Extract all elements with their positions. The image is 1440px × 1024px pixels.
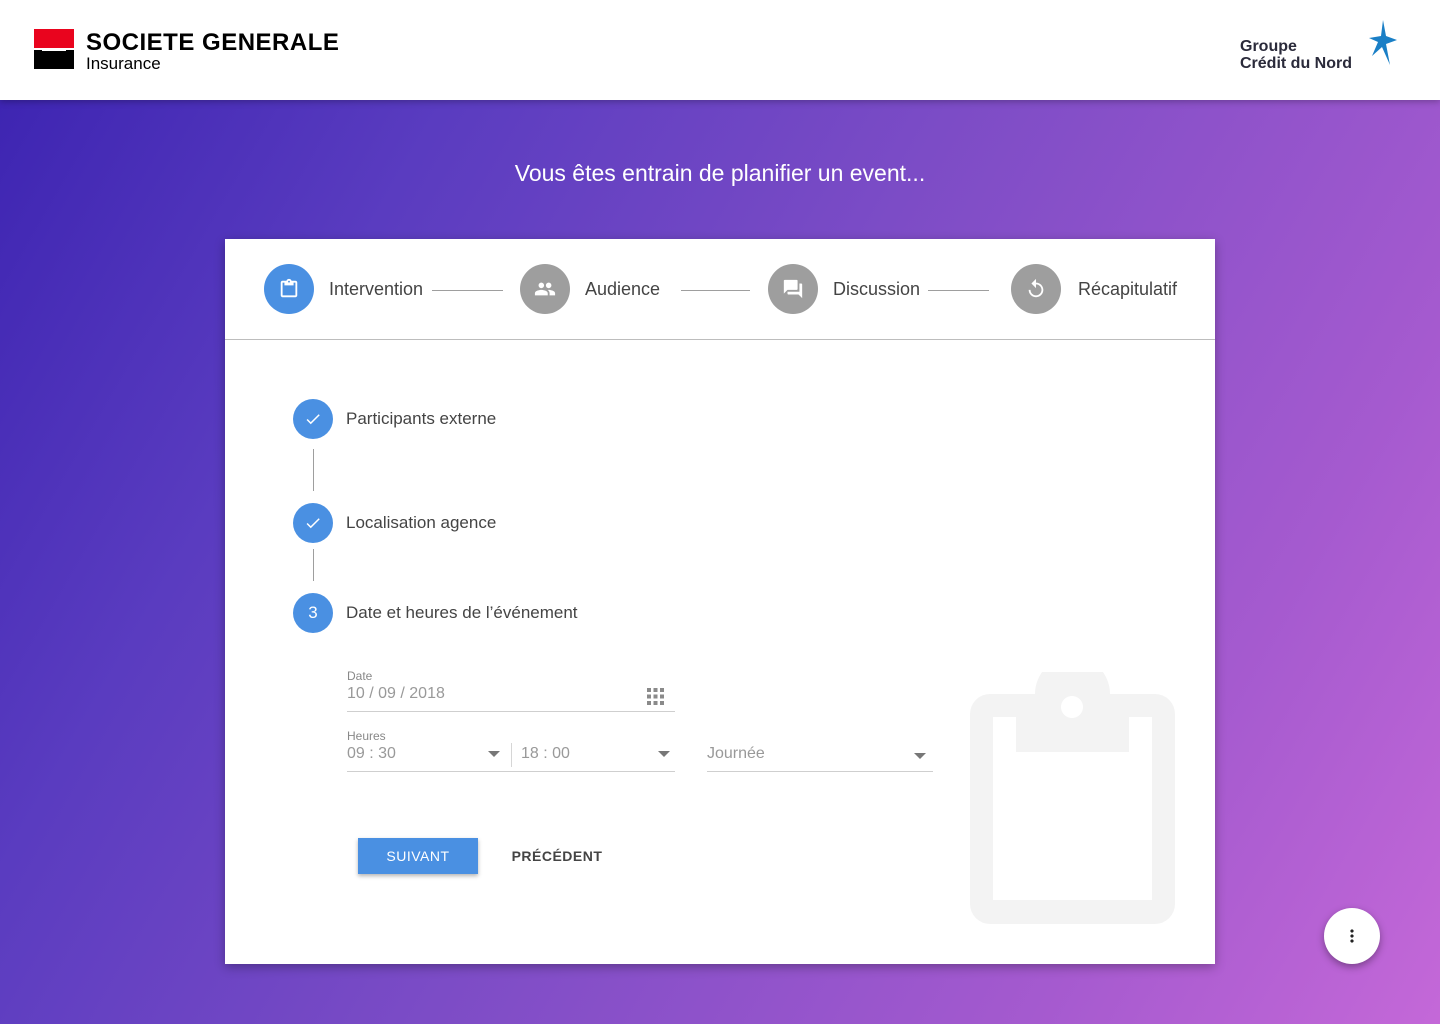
credit-du-nord-logo[interactable]: Groupe Crédit du Nord: [1230, 20, 1400, 80]
more-vert-icon: [1350, 929, 1354, 943]
people-icon: [520, 264, 570, 314]
date-label: Date: [347, 669, 373, 683]
check-icon: [293, 503, 333, 543]
wizard-card: Intervention Audience Discussion Récapit…: [225, 239, 1215, 964]
restore-icon: [1011, 264, 1061, 314]
substep-label: Participants externe: [346, 409, 497, 428]
horizontal-stepper: Intervention Audience Discussion Récapit…: [225, 239, 1215, 340]
partner-line1: Groupe: [1240, 38, 1297, 55]
step-connector: [432, 290, 503, 291]
chevron-down-icon[interactable]: [658, 751, 670, 757]
brand-name: SOCIETE GENERALE: [86, 29, 340, 56]
step-label: Discussion: [833, 278, 921, 299]
date-field[interactable]: 10 / 09 / 2018: [347, 685, 445, 703]
step-label: Audience: [585, 278, 661, 299]
chevron-down-icon[interactable]: [488, 751, 500, 757]
step-audience[interactable]: Audience: [520, 263, 660, 315]
substep-label: Date et heures de l’événement: [346, 603, 578, 622]
step-discussion[interactable]: Discussion: [768, 263, 920, 315]
page-title: Vous êtes entrain de planifier un event.…: [514, 160, 926, 186]
substep-localisation[interactable]: Localisation agence: [293, 503, 496, 543]
societe-generale-logo[interactable]: SOCIETE GENERALE Insurance: [34, 29, 374, 73]
forum-icon: [768, 264, 818, 314]
substep-label: Localisation agence: [346, 513, 497, 532]
clipboard-icon: [264, 264, 314, 314]
substep-date-heures[interactable]: 3 Date et heures de l’événement: [293, 593, 578, 633]
chevron-down-icon[interactable]: [914, 753, 926, 759]
period-select[interactable]: Journée: [707, 745, 765, 763]
sg-square-icon: [34, 29, 74, 69]
previous-button[interactable]: PRÉCÉDENT: [497, 838, 617, 874]
more-options-button[interactable]: [1324, 908, 1380, 964]
step-label: Intervention: [329, 278, 424, 299]
step-connector: [928, 290, 989, 291]
end-time-select[interactable]: 18 : 00: [521, 745, 570, 763]
partner-line2: Crédit du Nord: [1240, 55, 1352, 72]
check-icon: [293, 399, 333, 439]
star-icon: [1369, 20, 1397, 65]
period-underline: [707, 771, 933, 772]
substep-connector: [313, 449, 314, 491]
step-intervention[interactable]: Intervention: [264, 263, 423, 315]
hours-label: Heures: [347, 729, 386, 743]
clipboard-watermark-icon: [970, 672, 1175, 924]
start-time-select[interactable]: 09 : 30: [347, 745, 396, 763]
date-underline: [347, 711, 675, 712]
step-connector: [681, 290, 750, 291]
hours-underline: [347, 771, 675, 772]
step-number: 3: [293, 593, 333, 633]
time-separator: [511, 743, 512, 767]
step-label: Récapitulatif: [1078, 278, 1178, 299]
step-recapitulatif[interactable]: Récapitulatif: [1011, 263, 1177, 315]
calendar-grid-icon[interactable]: [647, 688, 664, 705]
brand-sub: Insurance: [86, 54, 161, 73]
substep-participants[interactable]: Participants externe: [293, 399, 496, 439]
substep-connector: [313, 549, 314, 581]
next-button[interactable]: SUIVANT: [358, 838, 478, 874]
top-bar: SOCIETE GENERALE Insurance Groupe Crédit…: [0, 0, 1440, 100]
